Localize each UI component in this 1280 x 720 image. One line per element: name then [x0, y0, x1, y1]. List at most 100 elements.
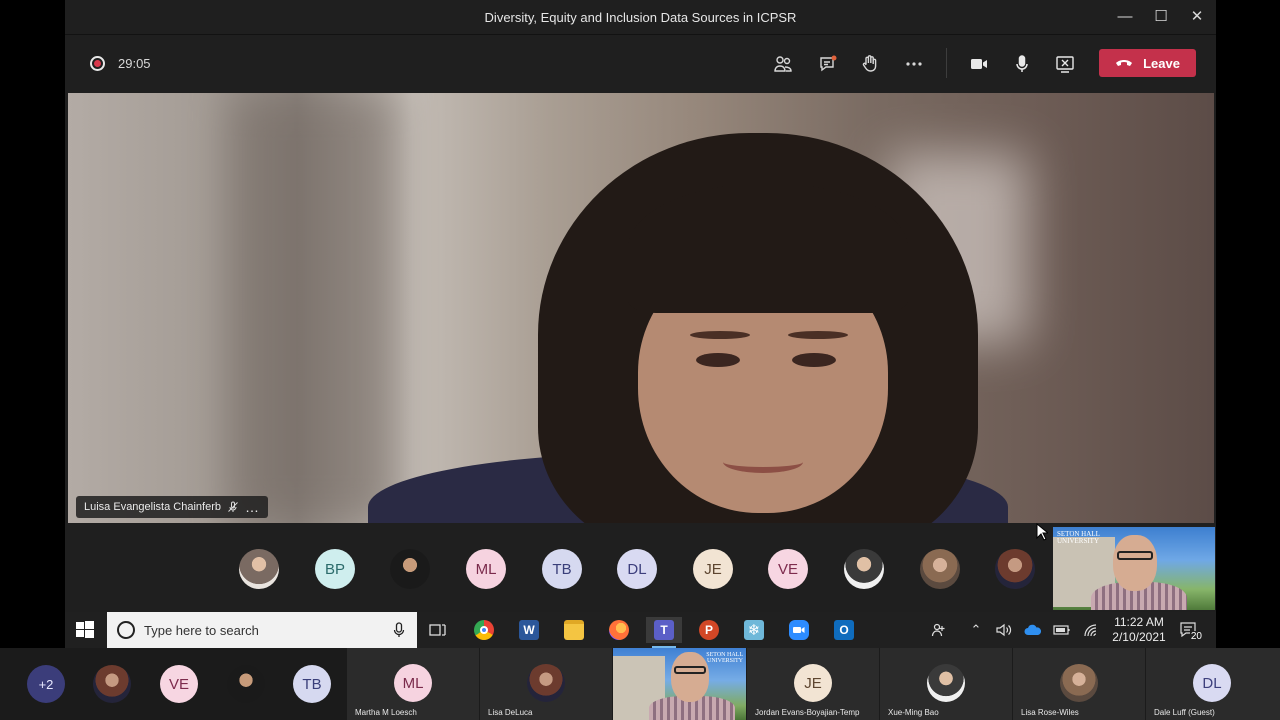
- clock-time: 11:22 AM: [1114, 615, 1164, 629]
- participant-avatar-photo[interactable]: [844, 549, 884, 589]
- show-participants-button[interactable]: [768, 50, 798, 78]
- folder-icon: [564, 620, 584, 640]
- avatar-initials: VE: [777, 560, 798, 578]
- taskbar-clock[interactable]: 11:22 AM 2/10/2021: [1105, 615, 1173, 645]
- show-hidden-icons-chevron-icon[interactable]: ⌃: [965, 620, 987, 640]
- outlook-app[interactable]: O: [826, 617, 862, 643]
- gallery-tile[interactable]: Lisa Rose-Wiles: [1013, 648, 1145, 720]
- minimize-button[interactable]: —: [1112, 6, 1138, 28]
- zoom-app[interactable]: [781, 617, 817, 643]
- firefox-app[interactable]: [601, 617, 637, 643]
- notification-count: 20: [1189, 631, 1203, 642]
- taskbar-search-box[interactable]: Type here to search: [107, 612, 417, 648]
- volume-icon[interactable]: [993, 620, 1015, 640]
- gallery-avatar-photo[interactable]: [93, 665, 131, 703]
- hand-icon: [862, 55, 877, 72]
- teams-meeting-window: Diversity, Equity and Inclusion Data Sou…: [65, 0, 1216, 612]
- stop-share-icon: [1056, 56, 1074, 73]
- speaker-name-tag: Luisa Evangelista Chainferb …: [76, 496, 268, 518]
- tile-avatar-photo: [527, 664, 565, 702]
- participant-avatar[interactable]: DL: [617, 549, 657, 589]
- speaker-name: Luisa Evangelista Chainferb: [84, 501, 221, 513]
- self-video-preview[interactable]: SETON HALL UNIVERSITY: [1053, 527, 1215, 610]
- university-logo: SETON HALL UNIVERSITY: [1057, 530, 1100, 545]
- teams-icon: T: [654, 620, 674, 640]
- gallery-tile[interactable]: Lisa DeLuca: [480, 648, 612, 720]
- participant-avatar-photo[interactable]: [995, 549, 1035, 589]
- recording-icon: [90, 56, 105, 71]
- gallery-avatar[interactable]: TB: [293, 665, 331, 703]
- gallery-tile[interactable]: DL Dale Luff (Guest): [1146, 648, 1280, 720]
- tile-name: Xue-Ming Bao: [888, 708, 939, 717]
- onedrive-cloud-icon[interactable]: [1022, 620, 1044, 640]
- tile-name: Martha M Loesch: [355, 708, 417, 717]
- task-view-button[interactable]: [420, 617, 456, 643]
- overflow-participants-button[interactable]: +2: [27, 665, 65, 703]
- tile-name: Lisa Rose-Wiles: [1021, 708, 1079, 717]
- people-icon: [774, 56, 792, 72]
- gallery-avatar-photo[interactable]: [227, 665, 265, 703]
- speaker-more-options[interactable]: …: [245, 499, 260, 515]
- gallery-tile[interactable]: Xue-Ming Bao: [880, 648, 1012, 720]
- word-app[interactable]: W: [511, 617, 547, 643]
- participant-avatar-photo[interactable]: [920, 549, 960, 589]
- snowflake-icon: ❄: [744, 620, 764, 640]
- show-conversation-button[interactable]: [813, 50, 843, 78]
- wifi-icon[interactable]: [1080, 620, 1102, 640]
- tile-avatar-photo: [1060, 664, 1098, 702]
- file-explorer-app[interactable]: [556, 617, 592, 643]
- participant-avatar[interactable]: ML: [466, 549, 506, 589]
- participant-avatar-photo[interactable]: [239, 549, 279, 589]
- snowflake-app[interactable]: ❄: [736, 617, 772, 643]
- participant-avatar[interactable]: JE: [693, 549, 733, 589]
- gallery-strip: +2 VE TB ML Martha M Loesch Lisa DeLuca …: [0, 648, 1280, 720]
- windows-start-icon[interactable]: [75, 620, 95, 640]
- mic-muted-icon: [228, 501, 238, 512]
- camera-toggle-button[interactable]: [964, 50, 994, 78]
- more-actions-button[interactable]: [899, 50, 929, 78]
- gallery-video-tile[interactable]: SETON HALL UNIVERSITY: [613, 648, 746, 720]
- meeting-control-bar: 29:05 Leave: [65, 36, 1216, 92]
- maximize-button[interactable]: ☐: [1148, 6, 1174, 28]
- raise-hand-button[interactable]: [855, 50, 885, 78]
- gallery-tile[interactable]: JE Jordan Evans-Boyajian-Temp: [747, 648, 879, 720]
- clock-date: 2/10/2021: [1112, 630, 1166, 644]
- search-placeholder: Type here to search: [144, 622, 259, 638]
- avatar-initials: BP: [324, 560, 345, 578]
- mic-toggle-button[interactable]: [1007, 50, 1037, 78]
- glasses: [674, 666, 706, 674]
- main-speaker-video[interactable]: Luisa Evangelista Chainferb …: [68, 93, 1214, 523]
- action-center-button[interactable]: 20: [1177, 619, 1205, 642]
- gallery-tile[interactable]: ML Martha M Loesch: [347, 648, 479, 720]
- university-logo: SETON HALL UNIVERSITY: [706, 652, 743, 664]
- speaker-fringe: [628, 183, 908, 313]
- gallery-avatar[interactable]: VE: [160, 665, 198, 703]
- leave-button[interactable]: Leave: [1099, 49, 1196, 77]
- teams-app[interactable]: T: [646, 617, 682, 648]
- tile-name: Lisa DeLuca: [488, 708, 533, 717]
- glasses: [1117, 551, 1153, 560]
- word-icon: W: [519, 620, 539, 640]
- participant-avatar[interactable]: BP: [315, 549, 355, 589]
- participant-avatar[interactable]: VE: [768, 549, 808, 589]
- cortana-icon: [117, 621, 135, 639]
- brow-right: [788, 331, 848, 339]
- chrome-app[interactable]: [466, 617, 502, 643]
- avatar-initials: ML: [475, 560, 497, 578]
- battery-icon[interactable]: [1051, 620, 1073, 640]
- tile-avatar-photo: [927, 664, 965, 702]
- close-button[interactable]: ✕: [1184, 6, 1210, 28]
- toolbar-divider: [946, 48, 947, 78]
- tile-avatar: ML: [394, 664, 432, 702]
- task-view-icon: [429, 624, 446, 636]
- participant-avatar[interactable]: TB: [542, 549, 582, 589]
- title-bar: Diversity, Equity and Inclusion Data Sou…: [65, 0, 1216, 35]
- share-content-button[interactable]: [1050, 50, 1080, 78]
- powerpoint-app[interactable]: P: [691, 617, 727, 643]
- eye-left: [696, 353, 740, 367]
- phone-hangup-icon: [1116, 60, 1133, 66]
- microphone-icon[interactable]: [393, 622, 405, 638]
- participant-avatar-photo[interactable]: [390, 549, 430, 589]
- tile-name: Dale Luff (Guest): [1154, 708, 1215, 717]
- people-tray-icon[interactable]: [928, 620, 950, 640]
